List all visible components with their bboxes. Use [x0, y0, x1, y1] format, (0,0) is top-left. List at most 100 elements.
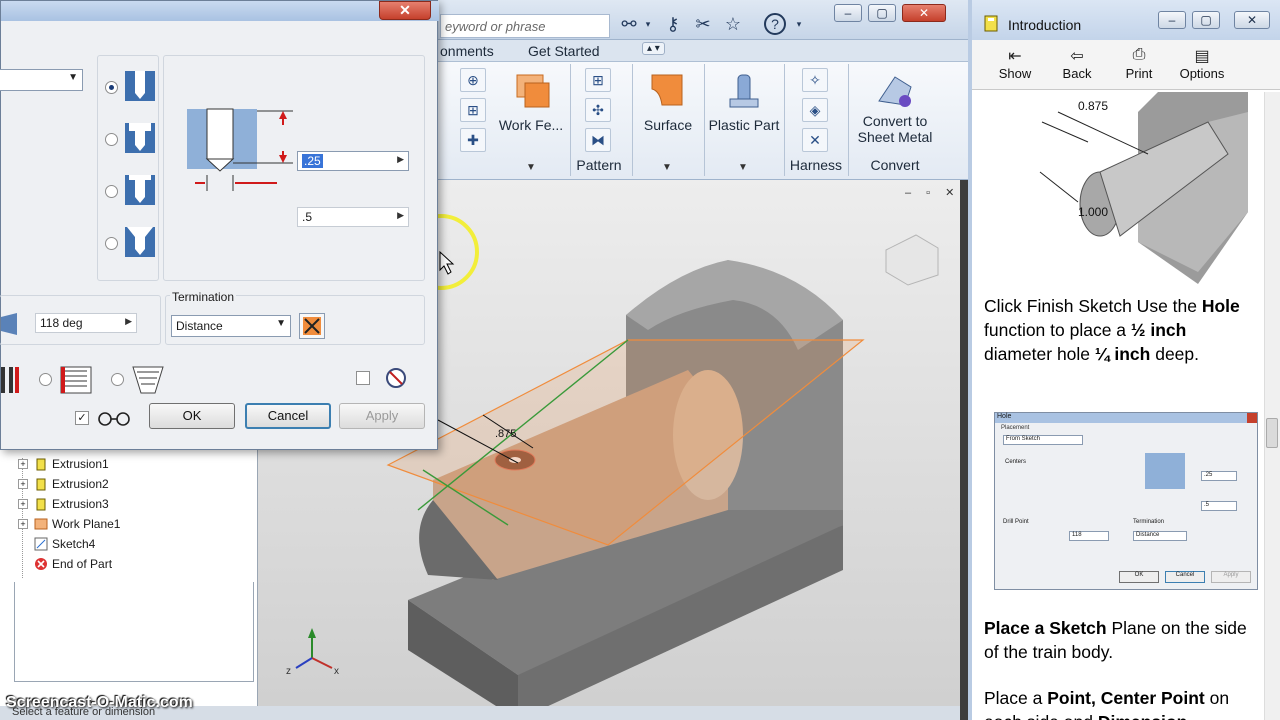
help-paragraph-point: Place a Point, Center Point on each side…: [984, 686, 1252, 720]
plastic-part-dropdown-icon[interactable]: ▼: [738, 162, 748, 173]
mirror-icon[interactable]: ⧓: [585, 128, 611, 152]
point-icon[interactable]: ⊞: [460, 98, 486, 122]
tree-item-extrusion2[interactable]: + Extrusion2: [18, 474, 109, 494]
preview-checkbox[interactable]: ✓: [75, 411, 89, 425]
drill-angle-field[interactable]: 118 deg ▶: [35, 313, 137, 333]
help-question-icon[interactable]: ?: [764, 13, 786, 35]
expand-icon[interactable]: +: [18, 519, 28, 529]
help-maximize-button[interactable]: ▢: [1192, 11, 1220, 29]
convert-panel-label: Convert: [870, 157, 920, 173]
tab-get-started[interactable]: Get Started: [528, 43, 600, 59]
diameter-value: .5: [302, 210, 313, 224]
help-close-button[interactable]: ✕: [1234, 11, 1270, 29]
work-features-button[interactable]: Work Fe...: [494, 67, 568, 133]
countersink-radio[interactable]: [105, 237, 118, 250]
plastic-part-icon: [724, 71, 764, 111]
help-text: diameter hole: [984, 344, 1095, 364]
ok-button[interactable]: OK: [149, 403, 235, 429]
hole-dialog: ✕ ▼ .25 ▶ .5 ▶ 118 deg ▶ Termination Dis…: [0, 0, 439, 450]
viewcube[interactable]: [885, 234, 939, 286]
mini-termination-label: Termination: [1133, 519, 1165, 525]
tree-item-extrusion3[interactable]: + Extrusion3: [18, 494, 109, 514]
help-scrollbar[interactable]: [1264, 92, 1280, 720]
favorites-star-icon[interactable]: ☆: [722, 13, 744, 35]
mini-ok-button: OK: [1119, 571, 1159, 583]
help-minimize-button[interactable]: –: [1158, 11, 1186, 29]
termination-label: Termination: [170, 290, 237, 304]
surface-button[interactable]: Surface: [638, 67, 698, 133]
help-text: deep.: [1150, 344, 1199, 364]
tree-item-end-of-part[interactable]: End of Part: [18, 554, 112, 574]
options-button[interactable]: ▤ Options: [1172, 46, 1232, 81]
model-dimension-label[interactable]: .875: [495, 428, 516, 440]
taper-tapped-radio[interactable]: [111, 373, 124, 386]
minimize-button[interactable]: –: [834, 4, 862, 22]
chevron-right-icon[interactable]: ▶: [397, 210, 404, 221]
circular-pattern-icon[interactable]: ✣: [585, 98, 611, 122]
infer-iMates-checkbox[interactable]: [356, 371, 370, 385]
expand-icon[interactable]: +: [18, 479, 28, 489]
help-text: Click Finish Sketch Use the: [984, 296, 1202, 316]
maximize-button[interactable]: ▢: [868, 4, 896, 22]
expand-icon[interactable]: +: [18, 499, 28, 509]
diameter-field[interactable]: .5 ▶: [297, 207, 409, 227]
help-text: function to place a: [984, 320, 1131, 340]
harness-icon-2[interactable]: ◈: [802, 98, 828, 122]
help-text-bold: Point, Center Point: [1047, 688, 1205, 708]
dialog-close-button[interactable]: ✕: [379, 1, 431, 20]
extrusion-icon: [36, 498, 46, 511]
placement-combo[interactable]: ▼: [0, 69, 83, 91]
termination-combo[interactable]: Distance ▼: [171, 315, 291, 337]
depth-field[interactable]: .25 ▶: [297, 151, 409, 171]
help-window-title: Introduction: [1008, 17, 1082, 33]
tree-item-extrusion1[interactable]: + Extrusion1: [18, 454, 109, 474]
chevron-right-icon[interactable]: ▶: [397, 154, 404, 165]
glasses-icon[interactable]: [95, 409, 135, 429]
back-button[interactable]: ⇦ Back: [1052, 46, 1102, 81]
tree-item-sketch4[interactable]: Sketch4: [18, 534, 95, 554]
drilled-radio[interactable]: [105, 81, 118, 94]
x-axis-icon: [311, 657, 333, 669]
show-button[interactable]: ⇤ Show: [990, 46, 1040, 81]
apply-button[interactable]: Apply: [339, 403, 425, 429]
connect-icon[interactable]: ✂: [692, 13, 714, 35]
help-book-icon: [984, 15, 998, 32]
tree-item-label: Sketch4: [52, 537, 96, 551]
dialog-body: ▼ .25 ▶ .5 ▶ 118 deg ▶ Termination Dista…: [0, 21, 437, 449]
ribbon-separator: [704, 64, 705, 176]
expand-icon[interactable]: +: [18, 459, 28, 469]
counterbore-radio[interactable]: [105, 133, 118, 146]
tree-item-label: Extrusion3: [52, 497, 109, 511]
plastic-part-button[interactable]: Plastic Part: [706, 67, 782, 133]
tree-item-work-plane1[interactable]: + Work Plane1: [18, 514, 120, 534]
convert-to-sheet-metal-button[interactable]: Convert to Sheet Metal: [854, 67, 936, 145]
show-icon: ⇤: [1008, 48, 1022, 65]
mouse-cursor-icon: [439, 250, 455, 275]
help-search-input[interactable]: eyword or phrase: [440, 14, 610, 38]
work-features-dropdown-icon[interactable]: ▼: [526, 162, 536, 173]
dropdown-arrow-icon[interactable]: ▾: [637, 13, 659, 35]
rectangular-pattern-icon[interactable]: ⊞: [585, 68, 611, 92]
harness-icon-1[interactable]: ✧: [802, 68, 828, 92]
drill-point-icon: [1, 313, 17, 335]
no-entry-icon[interactable]: [385, 367, 407, 389]
cancel-button[interactable]: Cancel: [245, 403, 331, 429]
axis-icon[interactable]: ⊕: [460, 68, 486, 92]
ribbon-toggle-button[interactable]: ▴ ▾: [642, 42, 665, 55]
help-scrollbar-thumb[interactable]: [1266, 418, 1278, 448]
direction-button[interactable]: [299, 313, 325, 339]
tab-environments[interactable]: onments: [440, 43, 494, 59]
spotface-radio[interactable]: [105, 185, 118, 198]
key-icon[interactable]: ⚷: [662, 13, 684, 35]
chevron-right-icon[interactable]: ▶: [125, 316, 132, 327]
harness-icon-3[interactable]: ✕: [802, 128, 828, 152]
print-button[interactable]: ⎙ Print: [1114, 46, 1164, 81]
tapped-radio[interactable]: [39, 373, 52, 386]
surface-dropdown-icon[interactable]: ▼: [662, 162, 672, 173]
help-paragraph-hole: Click Finish Sketch Use the Hole functio…: [984, 294, 1252, 366]
help-dropdown-icon[interactable]: ▾: [788, 13, 810, 35]
ucs-icon[interactable]: ✚: [460, 128, 486, 152]
app-close-button[interactable]: ✕: [902, 4, 946, 22]
help-text-bold: Hole: [1201, 296, 1240, 316]
